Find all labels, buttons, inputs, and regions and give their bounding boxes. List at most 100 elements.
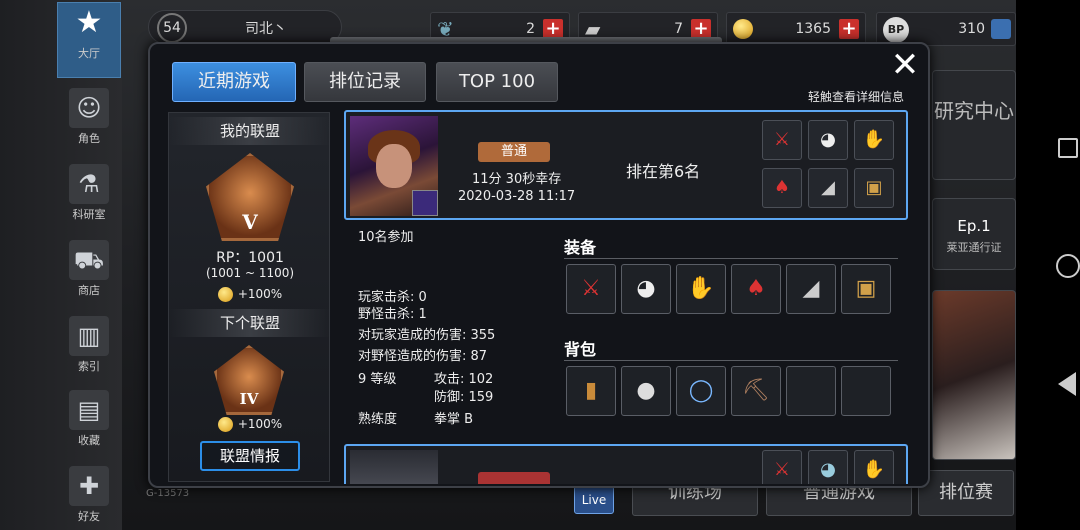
backpack-divider: [564, 360, 898, 361]
nav-friends[interactable]: ✚ 好友: [57, 466, 121, 524]
nav-index[interactable]: ▥ 索引: [57, 316, 121, 374]
zone-label: G-13573: [146, 488, 190, 499]
coin-icon: [217, 417, 233, 432]
detail-hint: 轻触查看详细信息: [808, 90, 905, 104]
tab-rank-records[interactable]: 排位记录: [304, 62, 426, 102]
book-icon: ▤: [69, 390, 109, 430]
pass-tile[interactable]: Ep.1 莱亚通行证: [932, 198, 1016, 270]
empty-slot[interactable]: [786, 366, 836, 416]
live-button[interactable]: Live: [574, 486, 614, 514]
flask-icon: ⚗: [69, 164, 109, 204]
tab-label: 近期游戏: [198, 71, 270, 92]
recents-button[interactable]: [1058, 138, 1078, 158]
currency-coin[interactable]: 1365 +: [726, 12, 866, 46]
character-avatar: [350, 450, 438, 484]
ranked-label: 排位赛: [939, 482, 993, 503]
home-button[interactable]: [1056, 254, 1080, 278]
rank-text: 排在第6名: [626, 162, 701, 181]
ep-label: Ep.1: [957, 217, 991, 235]
currency-value: 7: [674, 21, 683, 37]
equipment-divider: [564, 258, 898, 259]
coin-icon: [217, 287, 233, 302]
ranked-button[interactable]: 排位赛: [918, 470, 1014, 516]
tab-label: TOP 100: [458, 71, 536, 92]
equipment-title: 装备: [564, 238, 597, 257]
promo-banner[interactable]: [932, 290, 1016, 460]
mask-icon[interactable]: ◕: [621, 264, 671, 314]
rp-value: RP：1001: [216, 250, 284, 266]
lion-badge-next-icon: IV: [214, 345, 284, 415]
nav-lobby[interactable]: ★ 大厅: [57, 2, 121, 78]
nav-shop[interactable]: ⛟ 商店: [57, 240, 121, 298]
back-button[interactable]: [1058, 372, 1076, 396]
mask-icon: ◕: [808, 450, 848, 484]
research-center-tile[interactable]: 研究中心: [932, 70, 1016, 180]
tab-recent-games[interactable]: 近期游戏: [172, 62, 296, 102]
nav-character[interactable]: ☺ 角色: [57, 88, 121, 146]
add-coin-button[interactable]: +: [839, 19, 859, 39]
survive-time: 11分 30秒幸存: [472, 172, 562, 187]
defense-value: 防御: 159: [434, 390, 494, 405]
tier-label: IV: [239, 390, 259, 408]
currency-value: 1365: [795, 21, 831, 37]
weapon-icon[interactable]: ⚔: [566, 264, 616, 314]
crate-icon[interactable]: ▣: [841, 264, 891, 314]
pickaxe-icon[interactable]: ⛏: [731, 366, 781, 416]
cup-icon[interactable]: ▮: [566, 366, 616, 416]
nav-collection[interactable]: ▤ 收藏: [57, 390, 121, 448]
currency-value: 2: [526, 21, 535, 37]
nav-label: 角色: [78, 132, 100, 145]
add-feather-button[interactable]: +: [543, 19, 563, 39]
match-card[interactable]: 普通 11分 30秒幸存 2020-03-28 11:17 排在第6名 ⚔ ◕ …: [344, 110, 908, 220]
mode-badge: [478, 472, 550, 484]
nav-label: 好友: [78, 510, 100, 523]
tab-label: 排位记录: [329, 71, 401, 92]
close-button[interactable]: ✕: [886, 48, 924, 84]
currency-bp[interactable]: BP 310: [876, 12, 1016, 46]
bp-shop-icon[interactable]: [991, 19, 1011, 39]
character-level: 9 等级: [358, 372, 397, 387]
match-card[interactable]: ⚔ ◕ ✋: [344, 444, 908, 484]
gloves-icon: ✋: [854, 450, 894, 484]
participants: 10名参加: [358, 230, 414, 245]
weapon-icon: ⚔: [762, 120, 802, 160]
mastery-label: 熟练度: [358, 412, 398, 427]
character-avatar: [350, 116, 438, 216]
pot-icon[interactable]: ●: [621, 366, 671, 416]
empty-slot[interactable]: [841, 366, 891, 416]
bracelet-icon[interactable]: ◯: [676, 366, 726, 416]
damage-to-monsters: 对野怪造成的伤害: 87: [358, 349, 488, 364]
mask-icon: ◕: [808, 120, 848, 160]
backpack-title: 背包: [564, 340, 597, 359]
bonus-value: +100%: [237, 417, 283, 431]
monster-kills: 野怪击杀: 1: [358, 307, 427, 322]
player-chip[interactable]: 54 司北丶: [148, 10, 342, 44]
android-nav-bar: [1016, 0, 1080, 530]
shoes-icon[interactable]: ◢: [786, 264, 836, 314]
armor-icon: ♠: [762, 168, 802, 208]
mode-badge: 普通: [478, 142, 550, 162]
gloves-icon[interactable]: ✋: [676, 264, 726, 314]
next-bonus: +100%: [169, 417, 331, 432]
live-label: Live: [581, 493, 607, 507]
bonus-value: +100%: [237, 287, 283, 301]
lion-badge-icon: V: [206, 153, 294, 241]
nav-label: 商店: [78, 284, 100, 297]
game-screen: ★ 大厅 ☺ 角色 ⚗ 科研室 ⛟ 商店 ▥ 索引 ▤ 收藏 ✚ 好友 54 司…: [0, 0, 1080, 530]
avatar-face: [376, 144, 412, 188]
left-nav: ★ 大厅 ☺ 角色 ⚗ 科研室 ⛟ 商店 ▥ 索引 ▤ 收藏 ✚ 好友: [0, 0, 122, 530]
nav-label: 科研室: [72, 208, 106, 221]
armor-icon[interactable]: ♠: [731, 264, 781, 314]
research-center-label: 研究中心: [934, 99, 1014, 123]
books-icon: ▥: [69, 316, 109, 356]
my-bonus: +100%: [169, 287, 331, 302]
nav-label: 大厅: [78, 47, 100, 60]
attack-value: 攻击: 102: [434, 372, 494, 387]
tab-top-100[interactable]: TOP 100: [436, 62, 558, 102]
add-box-button[interactable]: +: [691, 19, 711, 39]
nav-research[interactable]: ⚗ 科研室: [57, 164, 121, 222]
rp-range: (1001 ~ 1100): [205, 266, 295, 280]
damage-to-players: 对玩家造成的伤害: 355: [358, 328, 496, 343]
star-icon: ★: [75, 5, 103, 40]
alliance-info-button[interactable]: 联盟情报: [200, 441, 300, 471]
